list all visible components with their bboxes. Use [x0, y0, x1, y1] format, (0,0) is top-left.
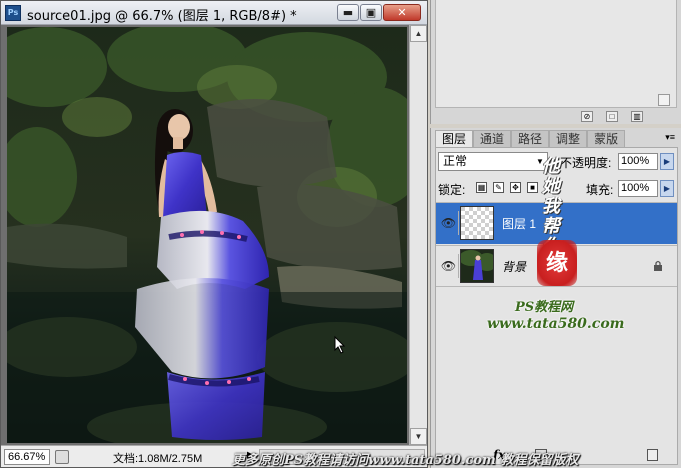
trash-icon[interactable] — [647, 449, 658, 461]
photo-canvas[interactable] — [7, 27, 407, 443]
upper-panel-content — [435, 0, 677, 108]
minimize-button[interactable]: ▬ — [337, 4, 359, 21]
tab-masks[interactable]: 蒙版 — [587, 130, 626, 147]
watermark-site-url: www.tata580.com — [487, 316, 625, 332]
new-item-icon[interactable]: □ — [606, 111, 618, 122]
blend-mode-value: 正常 — [443, 154, 468, 168]
watermark-seal: 缘 — [537, 240, 577, 286]
close-icon: ✕ — [397, 6, 407, 19]
forest-girl-reflection-image — [7, 27, 407, 443]
tab-layers[interactable]: 图层 — [435, 130, 474, 147]
lock-transparency-icon[interactable]: ▦ — [476, 182, 487, 193]
layer-name[interactable]: 背景 — [502, 258, 526, 275]
layers-panel: 图层 通道 路径 调整 蒙版 ▾≡ 正常 ▼ 不透明度: 100% ▶ 锁定: ▦ ✎ … — [430, 128, 681, 468]
eye-icon[interactable]: 👁 — [439, 211, 459, 235]
lock-all-icon[interactable]: ■ — [527, 182, 538, 193]
maximize-button[interactable]: ▣ — [360, 4, 382, 21]
eye-icon[interactable]: 👁 — [439, 254, 459, 278]
fill-input[interactable]: 100% — [618, 180, 658, 197]
layer-thumbnail — [460, 206, 494, 240]
maximize-icon: ▣ — [365, 6, 377, 19]
clear-icon[interactable]: ⊘ — [581, 111, 593, 122]
vertical-scrollbar[interactable]: ▲ ▼ — [409, 25, 427, 445]
watermark-site-name: PS教程网 — [515, 300, 574, 315]
document-size-info: 文档:1.08M/2.75M — [113, 453, 203, 465]
canvas-area[interactable]: ▲ ▼ — [1, 25, 427, 445]
upper-right-panel: ⊘ □ ▥ — [430, 0, 681, 124]
zoom-input[interactable]: 66.67% — [4, 449, 50, 465]
watermark-bottom-text: 更多原创PS教程请访问www.tata580.com 教程保留版权 — [232, 453, 579, 468]
scroll-up-icon[interactable]: ▲ — [410, 25, 427, 42]
document-title-bar[interactable]: Ps source01.jpg @ 66.7% (图层 1, RGB/8#) *… — [1, 1, 427, 25]
lock-icon — [654, 260, 662, 271]
minimize-icon: ▬ — [342, 6, 354, 19]
panel-menu-icon[interactable]: ▾≡ — [665, 132, 675, 143]
lock-label: 锁定: — [438, 183, 466, 197]
tab-paths[interactable]: 路径 — [511, 130, 550, 147]
opacity-label: 不透明度: — [560, 156, 612, 170]
lock-pixels-icon[interactable]: ✎ — [493, 182, 504, 193]
document-window: Ps source01.jpg @ 66.7% (图层 1, RGB/8#) *… — [0, 0, 428, 468]
document-title: source01.jpg @ 66.7% (图层 1, RGB/8#) * — [27, 9, 297, 24]
scroll-down-icon[interactable]: ▼ — [410, 428, 427, 445]
lock-position-icon[interactable]: ✥ — [510, 182, 521, 193]
photoshop-workspace: Ps source01.jpg @ 66.7% (图层 1, RGB/8#) *… — [0, 0, 681, 468]
layer-thumbnail — [460, 249, 494, 283]
opacity-slider-arrow-icon[interactable]: ▶ — [660, 153, 674, 170]
photoshop-app-icon: Ps — [5, 5, 21, 21]
delete-icon[interactable]: ▥ — [631, 111, 643, 122]
tab-channels[interactable]: 通道 — [473, 130, 512, 147]
layer-name[interactable]: 图层 1 — [502, 215, 536, 232]
opacity-input[interactable]: 100% — [618, 153, 658, 170]
fill-label: 填充: — [586, 183, 614, 197]
panel-tabs: 图层 通道 路径 调整 蒙版 — [435, 130, 626, 147]
background-thumbnail-image — [461, 250, 493, 282]
fill-slider-arrow-icon[interactable]: ▶ — [660, 180, 674, 197]
status-options-icon[interactable] — [55, 450, 69, 464]
upper-panel-toolbar: ⊘ □ ▥ — [581, 110, 656, 122]
close-button[interactable]: ✕ — [383, 4, 421, 21]
blend-mode-select[interactable]: 正常 ▼ — [438, 152, 548, 171]
tab-adjustments[interactable]: 调整 — [549, 130, 588, 147]
upper-panel-scroll-icon[interactable] — [658, 94, 670, 106]
